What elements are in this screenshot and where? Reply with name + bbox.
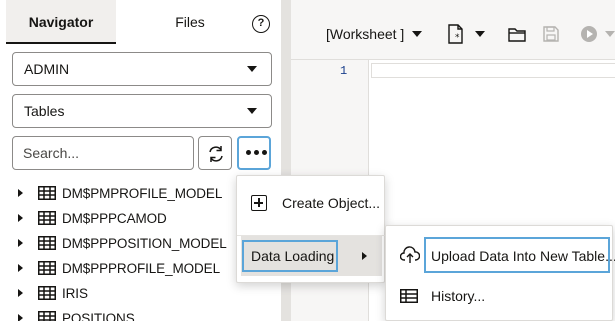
table-icon: [38, 286, 56, 300]
worksheet-selector[interactable]: [Worksheet ]: [326, 26, 404, 42]
line-number: 1: [340, 64, 348, 78]
tab-navigator[interactable]: Navigator: [6, 0, 116, 44]
refresh-button[interactable]: [198, 136, 232, 170]
svg-text:*: *: [455, 33, 460, 43]
history-table-icon: [400, 289, 418, 303]
table-icon: [38, 236, 56, 250]
expand-arrow-icon[interactable]: [18, 189, 23, 197]
ellipsis-icon: [246, 150, 267, 155]
tree-item-label: DM$PPPCAMOD: [62, 211, 167, 226]
chevron-down-icon: [247, 66, 257, 72]
open-folder-icon[interactable]: [508, 27, 526, 42]
tree-item-label: DM$PPPOSITION_MODEL: [62, 236, 227, 251]
table-icon: [38, 211, 56, 225]
expand-arrow-icon[interactable]: [18, 239, 23, 247]
menu-item-data-loading[interactable]: Data Loading: [241, 236, 382, 276]
tree-item-label: DM$PPPROFILE_MODEL: [62, 261, 220, 276]
chevron-down-icon[interactable]: [475, 31, 485, 37]
cloud-upload-icon: [400, 246, 420, 263]
tab-files[interactable]: Files: [140, 0, 240, 44]
table-icon: [38, 261, 56, 275]
more-actions-button[interactable]: [237, 136, 271, 170]
plus-square-icon: [251, 195, 267, 211]
expand-arrow-icon[interactable]: [18, 289, 23, 297]
help-icon[interactable]: ?: [252, 15, 270, 33]
menu-item-label: History...: [431, 288, 486, 304]
new-file-icon[interactable]: *: [448, 24, 464, 44]
worksheet-toolbar: [Worksheet ] *: [291, 0, 615, 60]
menu-item-label: Upload Data Into New Table...: [431, 248, 615, 264]
menu-item-history[interactable]: History...: [390, 278, 610, 314]
chevron-down-icon[interactable]: [605, 31, 615, 37]
menu-item-upload-data[interactable]: Upload Data Into New Table...: [390, 234, 615, 278]
chevron-down-icon: [247, 108, 257, 114]
tree-item-label: POSITIONS: [62, 311, 135, 321]
data-loading-submenu: Upload Data Into New Table... History...: [385, 225, 615, 321]
expand-arrow-icon[interactable]: [18, 314, 23, 321]
tree-item[interactable]: POSITIONS: [0, 306, 281, 321]
object-type-select-value: Tables: [24, 103, 65, 119]
table-icon: [38, 311, 56, 321]
save-icon[interactable]: [543, 26, 559, 42]
menu-item-create-object[interactable]: Create Object...: [237, 186, 386, 220]
navigator-tabs: Navigator Files ?: [0, 0, 281, 44]
menu-item-label: Create Object...: [282, 195, 381, 211]
more-actions-menu: Create Object... Data Loading: [236, 175, 386, 283]
expand-arrow-icon[interactable]: [18, 214, 23, 222]
submenu-arrow-icon: [362, 252, 367, 260]
chevron-down-icon[interactable]: [412, 31, 422, 37]
refresh-icon: [209, 146, 223, 162]
tree-item-label: DM$PMPROFILE_MODEL: [62, 186, 223, 201]
current-line-highlight: [371, 63, 615, 78]
tree-item[interactable]: IRIS: [0, 281, 281, 306]
schema-select-value: ADMIN: [24, 61, 70, 77]
search-input[interactable]: [12, 136, 194, 170]
schema-select[interactable]: ADMIN: [12, 52, 272, 86]
menu-item-label: Data Loading: [251, 248, 335, 264]
table-icon: [38, 186, 56, 200]
object-type-select[interactable]: Tables: [12, 94, 272, 128]
expand-arrow-icon[interactable]: [18, 264, 23, 272]
run-icon[interactable]: [580, 25, 598, 43]
tree-item-label: IRIS: [62, 286, 88, 301]
